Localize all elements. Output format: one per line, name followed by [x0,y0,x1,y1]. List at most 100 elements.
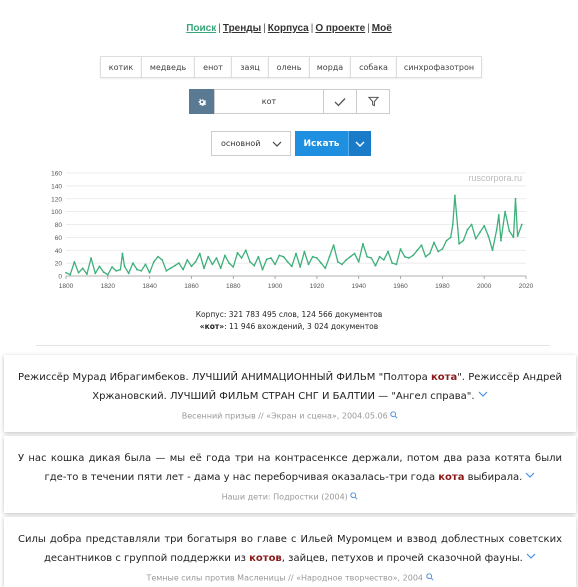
y-tick-label: 60 [55,235,63,242]
result-highlight[interactable]: котов [249,553,282,564]
y-tick-label: 0 [58,274,62,281]
expand-context-icon[interactable] [526,549,536,567]
data-point [324,267,327,270]
word-chip[interactable]: морда [309,56,351,78]
word-chip[interactable]: котик [100,56,142,78]
data-point [449,236,452,239]
data-point [341,263,343,266]
result-text: Режиссёр Мурад Ибрагимбеков. ЛУЧШИЙ АНИМ… [18,369,562,406]
data-point [362,242,364,245]
search-button[interactable]: Искать [295,131,348,156]
search-icon[interactable] [390,411,398,421]
data-point [94,272,97,275]
y-tick-label: 40 [55,248,63,255]
data-point [451,223,454,226]
result-highlight[interactable]: кота [431,372,457,383]
data-point [295,252,297,255]
data-point [445,239,448,242]
x-tick-label: 1840 [142,283,157,290]
search-icon[interactable] [350,492,358,502]
data-point [349,255,352,258]
y-tick-label: 120 [51,196,62,203]
query-input[interactable]: кот [214,89,324,114]
data-point [487,235,490,237]
query-row: кот [189,89,390,114]
data-point [157,255,159,258]
data-point [219,267,222,270]
corpus-select[interactable]: основной [211,131,291,156]
x-tick-label: 1860 [184,283,199,290]
data-point [90,257,92,259]
result-source-text: Весенний призыв // «Экран и сцена», 2004… [181,411,388,421]
nav-separator: | [263,23,266,34]
data-point [265,258,268,261]
nav-mine[interactable]: Моё [372,23,392,34]
x-axis: 1800 1820 1840 1860 1880 1900 1920 1940 1960 1980… [59,276,534,290]
data-point [290,265,293,268]
x-tick-label: 2000 [477,283,492,290]
data-point [387,250,389,253]
nav-about[interactable]: О проекте [315,23,365,34]
nav-trends[interactable]: Тренды [223,23,261,34]
x-tick-label: 1940 [351,283,366,290]
data-point [466,228,469,231]
data-point [399,248,402,250]
settings-button[interactable] [189,89,214,114]
data-point [215,257,218,259]
filter-button[interactable] [356,89,390,114]
data-point [106,273,109,276]
result-highlight[interactable]: кота [438,472,464,483]
expand-context-icon[interactable] [478,387,488,405]
search-options-button[interactable] [348,131,371,156]
data-point [278,254,281,257]
query-stats: «кот»: 11 946 вхождений, 3 024 документо… [0,321,578,333]
data-point [403,255,406,258]
data-point [374,264,377,267]
word-chip[interactable]: собака [350,56,397,78]
data-point [357,260,360,263]
result-source: Наши дети: Подростки (2004) [18,492,562,502]
word-chip[interactable]: енот [194,56,232,78]
data-point [253,264,256,267]
data-point [257,255,260,258]
search-icon[interactable] [425,573,434,583]
data-point [211,263,214,266]
confirm-button[interactable] [323,89,357,114]
corpus-size: Корпус: 321 783 495 слов, 124 566 докуме… [195,310,383,319]
data-point [470,223,473,226]
chart-watermark: ruscorpora.ru [468,173,522,183]
nav-corpora[interactable]: Корпуса [268,23,309,34]
data-point [497,213,500,216]
data-point [136,268,138,271]
data-point [111,266,113,268]
data-point [516,235,519,237]
data-point [512,236,515,239]
nav-search[interactable]: Поиск [186,23,216,34]
data-point [65,271,67,274]
data-point [236,251,239,254]
nav-separator: | [367,23,370,34]
data-point [119,268,122,271]
query-counts: : 11 946 вхождений, 3 024 документов [224,322,379,331]
data-point [261,268,264,271]
word-chip[interactable]: олень [268,56,310,78]
data-point [169,267,172,270]
data-point [173,264,176,267]
data-point [462,239,465,242]
expand-context-icon[interactable] [525,468,535,486]
result-text: Силы добра представляли три богатыря во … [18,531,562,568]
data-point [244,249,247,252]
word-chip[interactable]: синхрофазотрон [396,56,482,78]
data-point [495,228,498,231]
data-point [378,255,381,258]
data-point [102,271,105,274]
y-axis: 0 20 40 60 80 100 120 140 160 [51,171,62,281]
word-chip[interactable]: заяц [231,56,269,78]
y-tick-label: 100 [51,209,62,216]
data-point [345,259,348,261]
word-chip[interactable]: медведь [141,56,195,78]
data-point [121,252,124,255]
checkmark-icon [334,97,346,106]
suggested-words: котик медведь енот заяц олень морда соба… [100,56,482,78]
data-point [178,262,180,265]
